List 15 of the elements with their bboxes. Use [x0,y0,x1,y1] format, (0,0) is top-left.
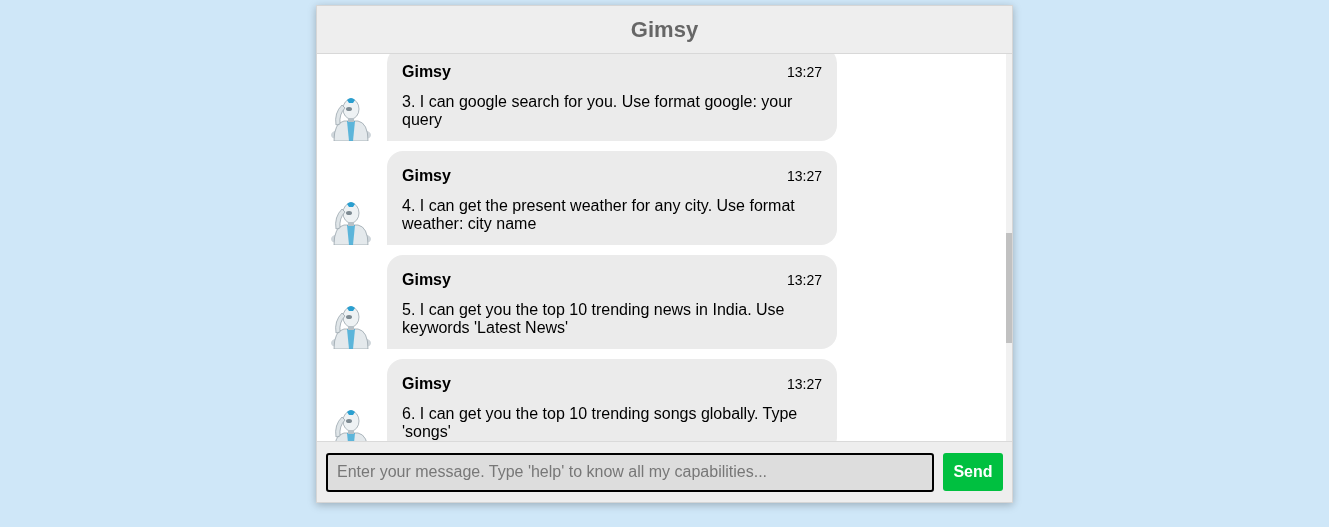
sender-name: Gimsy [402,270,451,290]
sender-name: Gimsy [402,166,451,186]
send-button[interactable]: Send [943,453,1003,491]
message-time: 13:27 [786,166,822,186]
message-time: 13:27 [786,62,822,82]
message-time: 13:27 [786,270,822,290]
message-time: 13:27 [786,374,822,394]
chat-title: Gimsy [630,16,699,44]
message-text: 5. I can get you the top 10 trending news in India. Use keywords 'Latest News' [402,301,786,337]
message-input[interactable]: Enter your message. Type 'help' to know all my capabilities... [326,452,934,492]
message-text: 3. I can google search for you. Use format google: your query [402,93,794,129]
message-text: 6. I can get you the top 10 trending songs globally. Type 'songs' [402,405,799,441]
message-text: 4. I can get the present weather for any city. Use format weather: city name [402,197,796,233]
sender-name: Gimsy [402,62,451,82]
sender-name: Gimsy [402,374,451,394]
